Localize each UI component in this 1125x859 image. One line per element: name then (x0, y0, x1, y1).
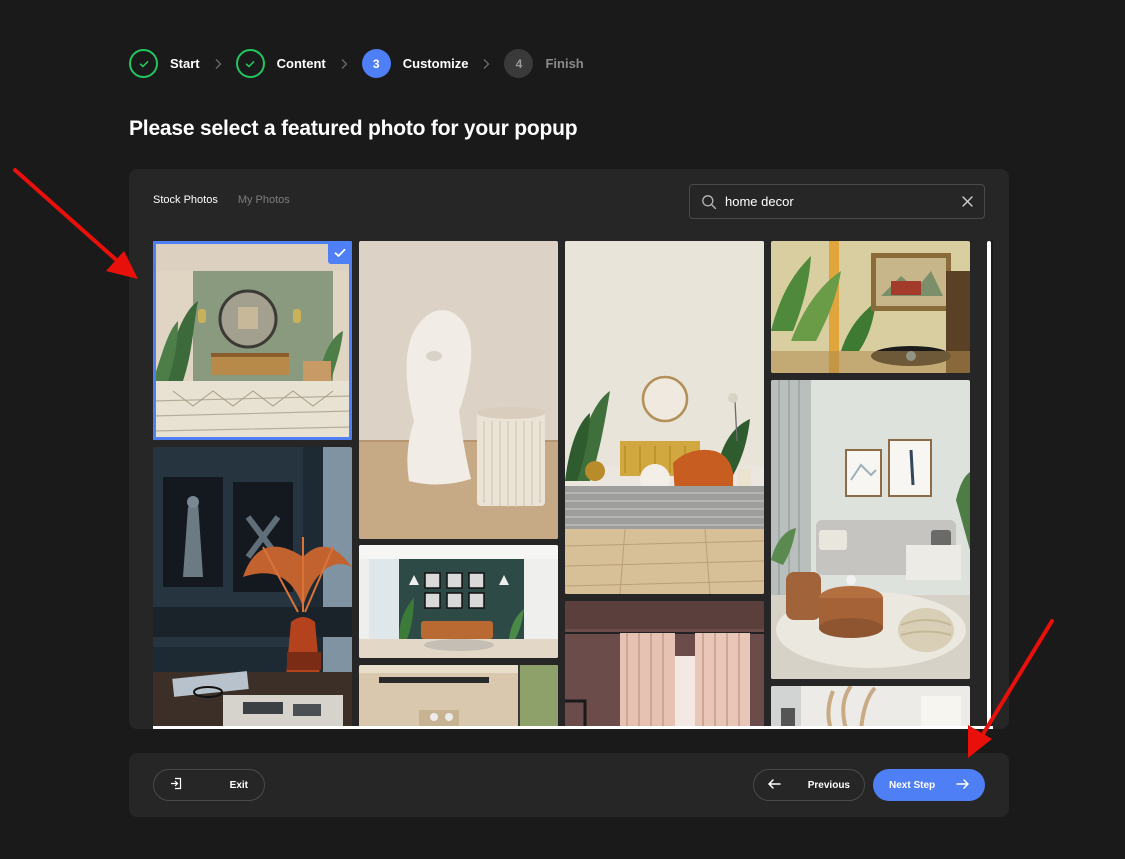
progress-stepper: Start Content 3 Customize 4 Finish (129, 49, 584, 78)
arrow-right-icon (956, 778, 969, 792)
photo-source-tabs: Stock Photos My Photos (153, 194, 290, 206)
photo-tile[interactable] (359, 545, 558, 658)
teal-wall-living-room-image (359, 545, 558, 658)
grid-bottom-scrollbar[interactable] (153, 726, 993, 729)
step-content: Content (235, 49, 326, 78)
exit-button[interactable]: Exit (153, 769, 265, 801)
white-sculpture-vase-image (359, 241, 558, 539)
wizard-footer: Exit Previous Next Step (129, 753, 1009, 817)
exit-label: Exit (229, 779, 248, 791)
step-complete-icon (129, 49, 158, 78)
curtain-window-image (565, 601, 764, 729)
next-step-button[interactable]: Next Step (873, 769, 985, 801)
search-input[interactable] (725, 194, 960, 209)
photo-grid (153, 241, 993, 729)
previous-button[interactable]: Previous (753, 769, 865, 801)
page-title: Please select a featured photo for your … (129, 117, 578, 140)
grey-sofa-living-room-image (771, 380, 970, 679)
photo-picker-panel: Stock Photos My Photos (129, 169, 1009, 729)
plants-vinyl-shelf-image (771, 241, 970, 373)
step-label: Customize (402, 56, 469, 71)
dark-room-dried-flowers-image (153, 447, 352, 729)
photo-tile[interactable] (359, 241, 558, 539)
close-icon[interactable] (960, 195, 974, 209)
search-icon (700, 193, 718, 211)
step-start: Start (129, 49, 200, 78)
next-step-label: Next Step (889, 779, 936, 791)
previous-label: Previous (807, 779, 850, 791)
photo-tile-selected[interactable] (153, 241, 352, 440)
chevron-right-icon (468, 58, 504, 70)
photo-tile[interactable] (565, 601, 764, 729)
annotation-arrow-icon (968, 619, 1054, 758)
photo-tile[interactable] (359, 665, 558, 729)
step-finish: 4 Finish (504, 49, 584, 78)
step-label: Finish (545, 56, 584, 71)
photo-tile[interactable] (153, 447, 352, 729)
step-customize: 3 Customize (361, 49, 469, 78)
tab-stock-photos[interactable]: Stock Photos (153, 194, 218, 206)
step-number-badge: 3 (361, 49, 391, 78)
photo-tile[interactable] (771, 380, 970, 679)
pampas-grass-room-image (771, 686, 970, 729)
orange-chair-living-room-image (565, 241, 764, 594)
step-label: Content (276, 56, 326, 71)
photo-tile[interactable] (771, 241, 970, 373)
living-room-green-wall-image (153, 241, 352, 440)
photo-tile[interactable] (771, 686, 970, 729)
chevron-right-icon (326, 58, 362, 70)
tab-my-photos[interactable]: My Photos (238, 194, 290, 206)
step-label: Start (170, 56, 200, 71)
arrow-left-icon (768, 778, 781, 792)
step-number-badge: 4 (504, 49, 534, 78)
step-complete-icon (235, 49, 265, 78)
photo-tile[interactable] (565, 241, 764, 594)
photo-search-box (689, 184, 985, 219)
sunny-interior-image (359, 665, 558, 729)
annotation-arrow-icon (13, 168, 138, 279)
chevron-right-icon (200, 58, 236, 70)
exit-icon (170, 777, 183, 793)
selected-check-icon (328, 241, 352, 264)
